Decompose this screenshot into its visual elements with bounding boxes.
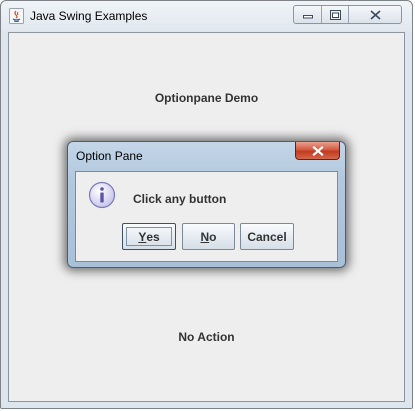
dialog-body: Click any button Yes No Cancel bbox=[75, 171, 338, 262]
maximize-button[interactable] bbox=[322, 6, 349, 23]
no-mnemonic: N bbox=[200, 229, 210, 244]
info-icon bbox=[88, 181, 116, 209]
window-title: Java Swing Examples bbox=[30, 9, 148, 23]
title-bar[interactable]: Java Swing Examples bbox=[1, 1, 412, 31]
no-label-rest: o bbox=[209, 229, 217, 244]
no-button[interactable]: No bbox=[182, 223, 235, 250]
dialog-close-button[interactable] bbox=[295, 142, 340, 160]
dialog-title: Option Pane bbox=[76, 149, 143, 163]
close-icon bbox=[311, 145, 324, 156]
focus-ring bbox=[126, 227, 172, 246]
minimize-button[interactable] bbox=[294, 6, 322, 23]
close-icon bbox=[369, 9, 381, 20]
cancel-button[interactable]: Cancel bbox=[240, 223, 294, 250]
java-app-icon bbox=[9, 8, 24, 24]
action-status-label: No Action bbox=[178, 330, 235, 344]
dialog-message: Click any button bbox=[133, 192, 227, 206]
minimize-icon bbox=[302, 14, 313, 18]
option-pane-dialog: Option Pane Click any button Yes No Canc… bbox=[67, 141, 346, 268]
maximize-icon bbox=[329, 9, 341, 20]
close-button[interactable] bbox=[349, 6, 401, 23]
yes-button[interactable]: Yes bbox=[122, 223, 176, 250]
window-controls bbox=[293, 5, 402, 24]
demo-label: Optionpane Demo bbox=[154, 91, 259, 105]
